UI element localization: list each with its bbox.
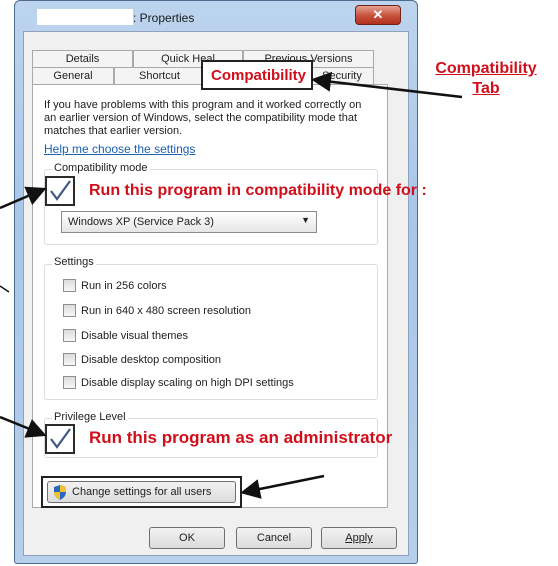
stray-line <box>0 285 10 293</box>
compat-checkbox-arrow <box>0 186 47 210</box>
admin-checkbox-arrow <box>0 415 47 438</box>
annotation-arrows <box>0 71 463 499</box>
tab-callout-arrow <box>311 71 463 99</box>
all-users-arrow <box>240 474 325 499</box>
